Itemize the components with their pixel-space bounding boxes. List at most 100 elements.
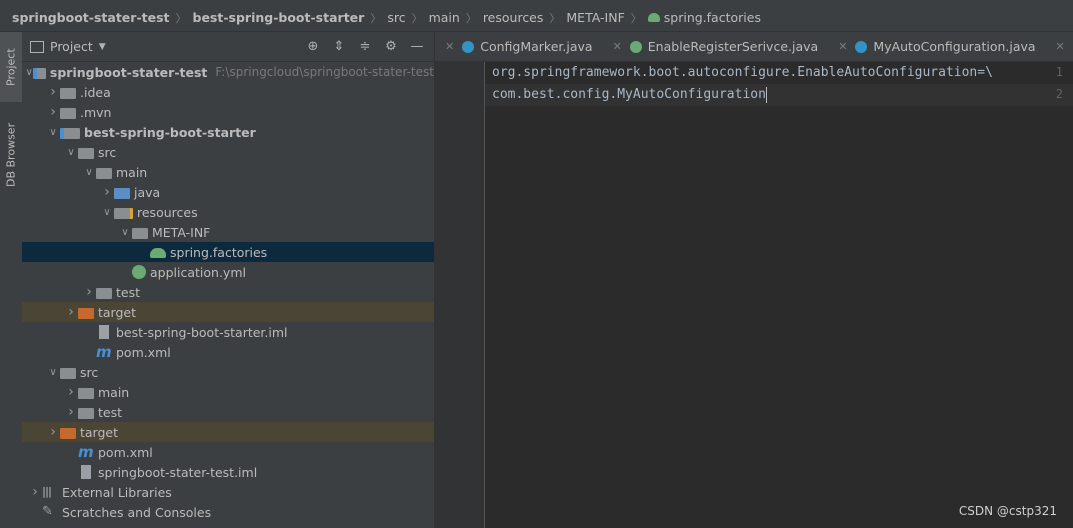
editor-tab[interactable]: ✕ ConfigMarker.java [435,32,603,61]
module-icon [60,127,80,139]
tree-row[interactable]: ›springboot-stater-test.iml [22,462,434,482]
editor-tab[interactable]: ✕ MyAutoConfiguration.java [828,32,1045,61]
tree-row[interactable]: ›application.yml [22,262,434,282]
folder-icon [78,407,94,419]
libraries-icon: ||| [42,485,52,498]
breadcrumb-item[interactable]: main [429,10,460,25]
tree-item-label: main [98,384,130,400]
excluded-folder-icon [78,307,94,319]
breadcrumb-item[interactable]: best-spring-boot-starter [193,10,365,25]
tree-row[interactable]: ∨ main [22,162,434,182]
chevron-right-icon[interactable]: › [64,404,78,420]
breadcrumb-label: best-spring-boot-starter [192,10,365,25]
chevron-down-icon[interactable]: ∨ [82,167,96,178]
breadcrumb-item[interactable]: resources [483,10,544,25]
hide-panel-icon[interactable]: — [408,38,426,56]
tree-row[interactable]: ›mpom.xml [22,442,434,462]
close-icon[interactable]: ✕ [838,40,847,53]
tree-row[interactable]: ∨ META-INF [22,222,434,242]
tree-row[interactable]: ∨ springboot-stater-test F:\springcloud\sp… [22,62,434,82]
excluded-folder-icon [60,427,76,439]
chevron-right-icon[interactable]: › [82,284,96,300]
breadcrumb-item[interactable]: src [387,10,405,25]
spring-factories-icon [647,13,660,22]
tree-item-label: pom.xml [98,444,153,460]
breadcrumb-item[interactable]: springboot-stater-test [12,10,170,25]
project-view-title[interactable]: Project [50,39,93,54]
chevron-down-icon[interactable]: ▼ [99,42,106,52]
tree-row[interactable]: › test [22,282,434,302]
chevron-right-icon[interactable]: › [64,304,78,320]
class-icon [462,40,475,53]
chevron-down-icon[interactable]: ∨ [46,127,60,138]
breadcrumb-separator-icon: 〉 [411,11,423,25]
tree-row[interactable]: › test [22,402,434,422]
close-icon[interactable]: ✕ [613,40,622,53]
breadcrumb-label: springboot-stater-test [12,10,170,25]
tree-row[interactable]: ›mpom.xml [22,342,434,362]
chevron-right-icon[interactable]: › [46,84,60,100]
project-tool-tab[interactable]: Project [0,32,22,102]
chevron-down-icon[interactable]: ∨ [100,207,114,218]
tree-row[interactable]: › main [22,382,434,402]
scratches-icon: ✎ [42,504,53,519]
chevron-down-icon[interactable]: ∨ [118,227,132,238]
tree-row[interactable]: ›spring.factories [22,242,434,262]
tree-item-label: target [98,304,137,320]
tree-item-label: springboot-stater-test [49,64,208,80]
code-editor[interactable]: 1 org.springframework.boot.autoconfigure.… [435,62,1073,528]
breadcrumb-item[interactable]: spring.factories [647,10,761,25]
folder-icon [96,167,112,179]
chevron-right-icon[interactable]: › [46,424,60,440]
breadcrumb-separator-icon: 〉 [370,11,382,25]
tree-row[interactable]: ∨ src [22,362,434,382]
chevron-down-icon[interactable]: ∨ [25,67,33,78]
tree-row[interactable]: ∨ resources [22,202,434,222]
tree-row[interactable]: › .mvn [22,102,434,122]
tree-item-label: target [80,424,119,440]
db-browser-tool-tab[interactable]: DB Browser [0,112,22,197]
tree-row[interactable]: › .idea [22,82,434,102]
chevron-right-icon[interactable]: › [64,384,78,400]
gear-icon[interactable]: ⚙ [382,38,400,56]
tree-item-label: .mvn [80,104,112,120]
folder-icon [78,387,94,399]
editor-tab[interactable]: ✕ EnableRegisterSerivce.java [603,32,829,61]
maven-icon: m [78,443,94,461]
code-line[interactable]: com.best.config.MyAutoConfiguration [492,84,767,106]
breadcrumb-separator-icon: 〉 [465,11,477,25]
project-tree: ∨ springboot-stater-test F:\springcloud\sp… [22,62,434,528]
chevron-right-icon[interactable]: › [28,484,42,500]
tree-item-label: Scratches and Consoles [62,504,212,520]
chevron-right-icon[interactable]: › [100,184,114,200]
close-icon[interactable]: ✕ [445,40,454,53]
tree-item-label: main [116,164,148,180]
left-tool-window-bar: Project DB Browser [0,32,23,528]
editor-tab[interactable]: ✕Simp [1046,32,1073,61]
tree-row[interactable]: ›✎Scratches and Consoles [22,502,434,522]
tree-row[interactable]: ∨ best-spring-boot-starter [22,122,434,142]
breadcrumb-label: spring.factories [663,10,761,25]
tree-item-label: best-spring-boot-starter [84,124,256,140]
iml-file-icon [81,465,91,479]
tree-item-label: test [116,284,141,300]
breadcrumb-item[interactable]: META-INF [566,10,624,25]
module-icon [33,67,46,79]
collapse-all-icon[interactable]: ≑ [356,38,374,56]
tree-row[interactable]: › ||| External Libraries [22,482,434,502]
chevron-down-icon[interactable]: ∨ [64,147,78,158]
tree-row[interactable]: › target [22,422,434,442]
chevron-down-icon[interactable]: ∨ [46,367,60,378]
tree-row[interactable]: › target [22,302,434,322]
code-line[interactable]: org.springframework.boot.autoconfigure.E… [492,62,993,84]
select-opened-file-icon[interactable]: ⊕ [304,38,322,56]
chevron-right-icon[interactable]: › [46,104,60,120]
close-icon[interactable]: ✕ [1056,40,1065,53]
tree-row[interactable]: ›best-spring-boot-starter.iml [22,322,434,342]
tree-row[interactable]: ∨ src [22,142,434,162]
expand-all-icon[interactable]: ⇕ [330,38,348,56]
tree-item-label: test [98,404,123,420]
tree-row[interactable]: › java [22,182,434,202]
folder-icon [132,227,148,239]
tree-item-label: resources [137,204,198,220]
